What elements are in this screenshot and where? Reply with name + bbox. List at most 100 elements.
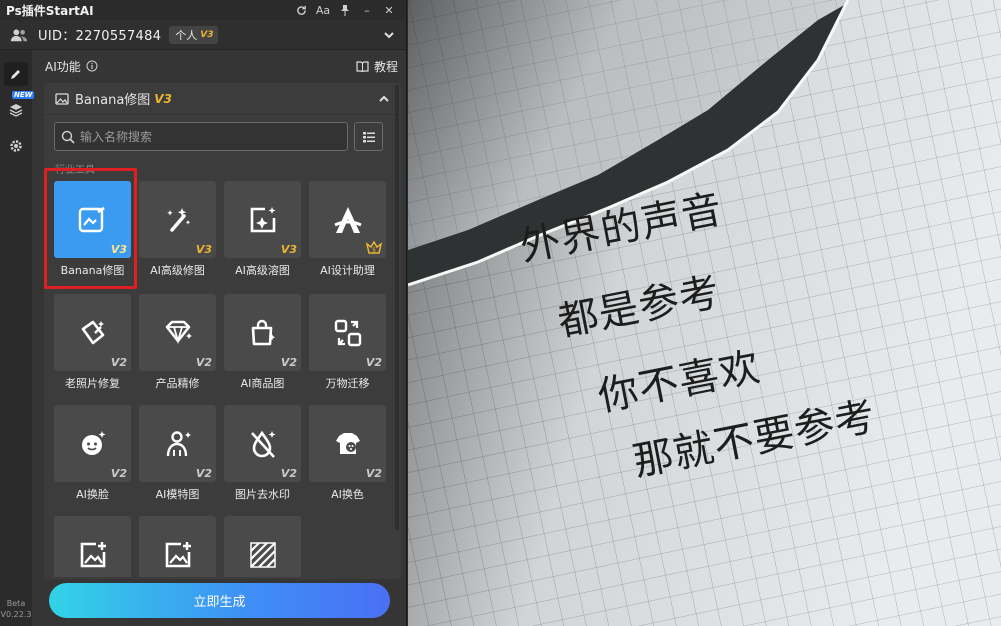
plan-label: 个人 xyxy=(175,28,198,42)
users-icon xyxy=(10,28,28,41)
tool-transfer[interactable]: V2 万物迁移 xyxy=(309,294,386,391)
minimize-button[interactable]: – xyxy=(356,0,378,20)
tool-tile[interactable] xyxy=(54,516,131,577)
tool-tile[interactable]: V2 xyxy=(54,405,131,482)
tool-product-retouch[interactable]: V2 产品精修 xyxy=(139,294,216,391)
close-button[interactable]: ✕ xyxy=(378,0,400,20)
tool-label: 万物迁移 xyxy=(325,377,370,390)
card-header[interactable]: Banana修图 V3 xyxy=(44,83,401,115)
info-icon[interactable] xyxy=(86,60,98,72)
handwriting-photo: 外界的声音 都是参考 你不喜欢 那就不要参考 xyxy=(408,0,1001,626)
refresh-icon xyxy=(296,5,306,15)
scrollbar[interactable] xyxy=(394,85,400,530)
tool-color-swap[interactable]: V2 AI换色 xyxy=(309,405,386,502)
list-view-button[interactable] xyxy=(354,122,383,151)
font-size-button[interactable]: Aa xyxy=(312,0,334,20)
plugin-panel: Ps插件StartAI Aa – ✕ UID：2270557484 个人 V3 … xyxy=(0,0,407,626)
search-icon xyxy=(61,130,75,144)
version-badge: V3 xyxy=(195,243,212,256)
tool-ai-advanced-edit[interactable]: V3 AI高级修图 xyxy=(139,181,216,278)
window-title: Ps插件StartAI xyxy=(6,3,94,18)
list-icon xyxy=(362,131,375,142)
version-badge: V3 xyxy=(110,243,127,256)
tool-grid: V3 Banana修图 V3 AI高级修图 V3 AI高级溶图 $ AI设计助理… xyxy=(54,181,394,577)
tool-old-photo-repair[interactable]: V2 老照片修复 xyxy=(54,294,131,391)
version-badge: V2 xyxy=(365,467,382,480)
tool-tile[interactable]: V3 xyxy=(139,181,216,258)
gem-icon xyxy=(165,320,192,344)
refresh-button[interactable] xyxy=(290,0,312,20)
account-bar: UID：2270557484 个人 V3 xyxy=(0,20,406,50)
generate-button[interactable]: 立即生成 xyxy=(49,583,390,618)
layers-icon xyxy=(9,104,23,117)
version-badge: V2 xyxy=(110,467,127,480)
tool-tile[interactable]: V2 xyxy=(224,405,301,482)
tool-tile[interactable]: V2 xyxy=(54,294,131,371)
tool-item-14[interactable] xyxy=(139,516,216,577)
chevron-up-icon[interactable] xyxy=(377,92,391,106)
stripes-icon xyxy=(249,541,276,568)
tool-ai-model[interactable]: V2 AI模特图 xyxy=(139,405,216,502)
image-plus-icon xyxy=(80,541,106,567)
design-assistant-icon xyxy=(333,206,362,233)
image-edit-icon xyxy=(78,206,105,232)
tool-tile[interactable]: V3 xyxy=(224,181,301,258)
version-badge: V2 xyxy=(280,467,297,480)
color-swap-icon xyxy=(335,432,360,454)
version-badge: V3 xyxy=(280,243,297,256)
tutorial-link[interactable]: 教程 xyxy=(356,58,398,75)
tool-ai-design-assistant[interactable]: $ AI设计助理 xyxy=(309,181,386,278)
tool-ai-advanced-blend[interactable]: V3 AI高级溶图 xyxy=(224,181,301,278)
shopping-bag-icon xyxy=(251,319,275,345)
tool-banana[interactable]: V3 Banana修图 xyxy=(54,181,131,278)
version-number: V0.22.3 xyxy=(0,610,32,619)
tool-item-13[interactable] xyxy=(54,516,131,577)
rail-settings-button[interactable] xyxy=(4,134,28,158)
gear-icon xyxy=(10,140,22,152)
tool-label: AI高级修图 xyxy=(150,264,205,277)
tool-face-swap[interactable]: V2 AI换脸 xyxy=(54,405,131,502)
chevron-down-icon[interactable] xyxy=(382,28,396,42)
pin-button[interactable] xyxy=(334,0,356,20)
transfer-icon xyxy=(334,319,361,346)
rail-layers-button[interactable]: NEW xyxy=(4,91,35,122)
tutorial-label: 教程 xyxy=(373,59,398,74)
main-content: AI功能 教程 Banana修图 V3 行业工具 xyxy=(36,50,404,626)
tool-item-15[interactable] xyxy=(224,516,301,577)
tool-tile[interactable]: V3 xyxy=(54,181,131,258)
svg-text:$: $ xyxy=(372,247,376,254)
tool-tile[interactable]: V2 xyxy=(139,405,216,482)
photo-repair-icon xyxy=(81,320,104,344)
image-icon xyxy=(55,92,69,105)
model-icon xyxy=(166,430,191,456)
tool-label: AI换脸 xyxy=(76,488,109,501)
tool-card: Banana修图 V3 行业工具 V3 Banana修图 xyxy=(44,83,401,579)
tool-tile[interactable]: $ xyxy=(309,181,386,258)
tool-label: AI换色 xyxy=(331,488,364,501)
tool-tile[interactable]: V2 xyxy=(224,294,301,371)
rail-edit-button[interactable] xyxy=(4,62,28,86)
category-label: 行业工具 xyxy=(55,165,95,176)
tool-label: AI高级溶图 xyxy=(235,264,290,277)
tool-label: AI商品图 xyxy=(240,377,285,390)
tool-tile[interactable] xyxy=(224,516,301,577)
tool-watermark-remove[interactable]: V2 图片去水印 xyxy=(224,405,301,502)
section-title: AI功能 xyxy=(45,59,81,74)
watermark-remove-icon xyxy=(250,430,275,458)
version-badge: V2 xyxy=(195,467,212,480)
search-input[interactable] xyxy=(80,129,330,144)
tool-label: AI模特图 xyxy=(155,488,200,501)
tool-tile[interactable]: V2 xyxy=(139,294,216,371)
image-plus-icon xyxy=(165,541,191,567)
tool-ai-product-image[interactable]: V2 AI商品图 xyxy=(224,294,301,391)
pin-icon xyxy=(341,5,349,16)
version-stage: Beta xyxy=(6,599,26,608)
pencil-icon xyxy=(11,70,20,79)
card-title: Banana修图 xyxy=(75,93,151,108)
plan-version: V3 xyxy=(200,29,214,40)
card-version-badge: V3 xyxy=(154,91,172,106)
tool-tile[interactable]: V2 xyxy=(309,405,386,482)
tool-label: 图片去水印 xyxy=(235,488,290,501)
tool-tile[interactable] xyxy=(139,516,216,577)
tool-tile[interactable]: V2 xyxy=(309,294,386,371)
